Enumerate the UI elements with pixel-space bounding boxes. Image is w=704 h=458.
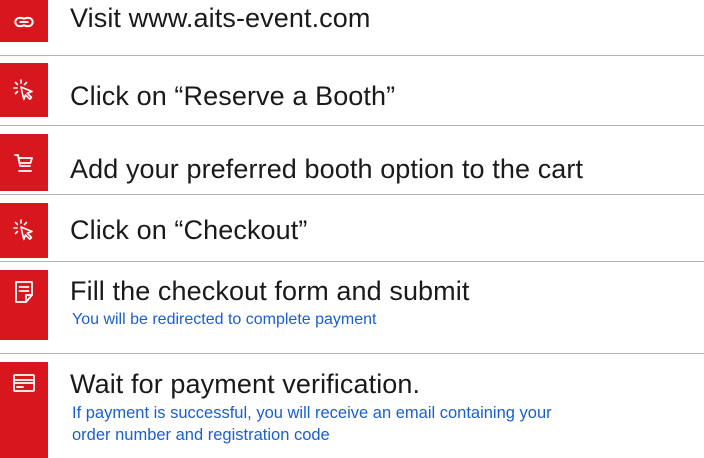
step-fill-form: Fill the checkout form and submit You wi… [0, 270, 704, 340]
step-divider [0, 55, 704, 56]
step-3-title: Add your preferred booth option to the c… [70, 154, 584, 184]
form-icon [15, 281, 33, 303]
step-1-badge [0, 0, 48, 42]
step-divider [0, 261, 704, 262]
step-4-badge [0, 203, 48, 258]
cursor-click-icon [13, 79, 33, 101]
step-checkout: Click on “Checkout” [0, 203, 704, 258]
cursor-click-icon [13, 219, 33, 241]
step-divider [0, 353, 704, 354]
cart-icon [14, 154, 33, 172]
step-6-badge [0, 362, 48, 458]
step-5-badge [0, 270, 48, 340]
booth-reservation-steps: Visit www.aits-event.com Click on “Reser… [0, 0, 704, 458]
link-icon [14, 16, 34, 28]
step-6-title: Wait for payment verification. [70, 369, 421, 399]
step-4-title: Click on “Checkout” [70, 215, 308, 245]
step-reserve-booth: Click on “Reserve a Booth” [0, 63, 704, 117]
step-3-badge [0, 134, 48, 191]
step-6-note-line-1: If payment is successful, you will recei… [72, 404, 552, 422]
step-6-note-line-2: order number and registration code [72, 426, 330, 444]
step-2-title: Click on “Reserve a Booth” [70, 81, 396, 111]
payment-card-icon [13, 374, 35, 392]
step-add-to-cart: Add your preferred booth option to the c… [0, 134, 704, 191]
step-1-title: Visit www.aits-event.com [70, 3, 371, 33]
step-5-note: You will be redirected to complete payme… [72, 311, 377, 328]
step-divider [0, 125, 704, 126]
step-payment-verification: Wait for payment verification. If paymen… [0, 362, 704, 458]
step-5-title: Fill the checkout form and submit [70, 276, 470, 306]
step-divider [0, 194, 704, 195]
step-visit-website: Visit www.aits-event.com [0, 0, 704, 42]
step-2-badge [0, 63, 48, 117]
